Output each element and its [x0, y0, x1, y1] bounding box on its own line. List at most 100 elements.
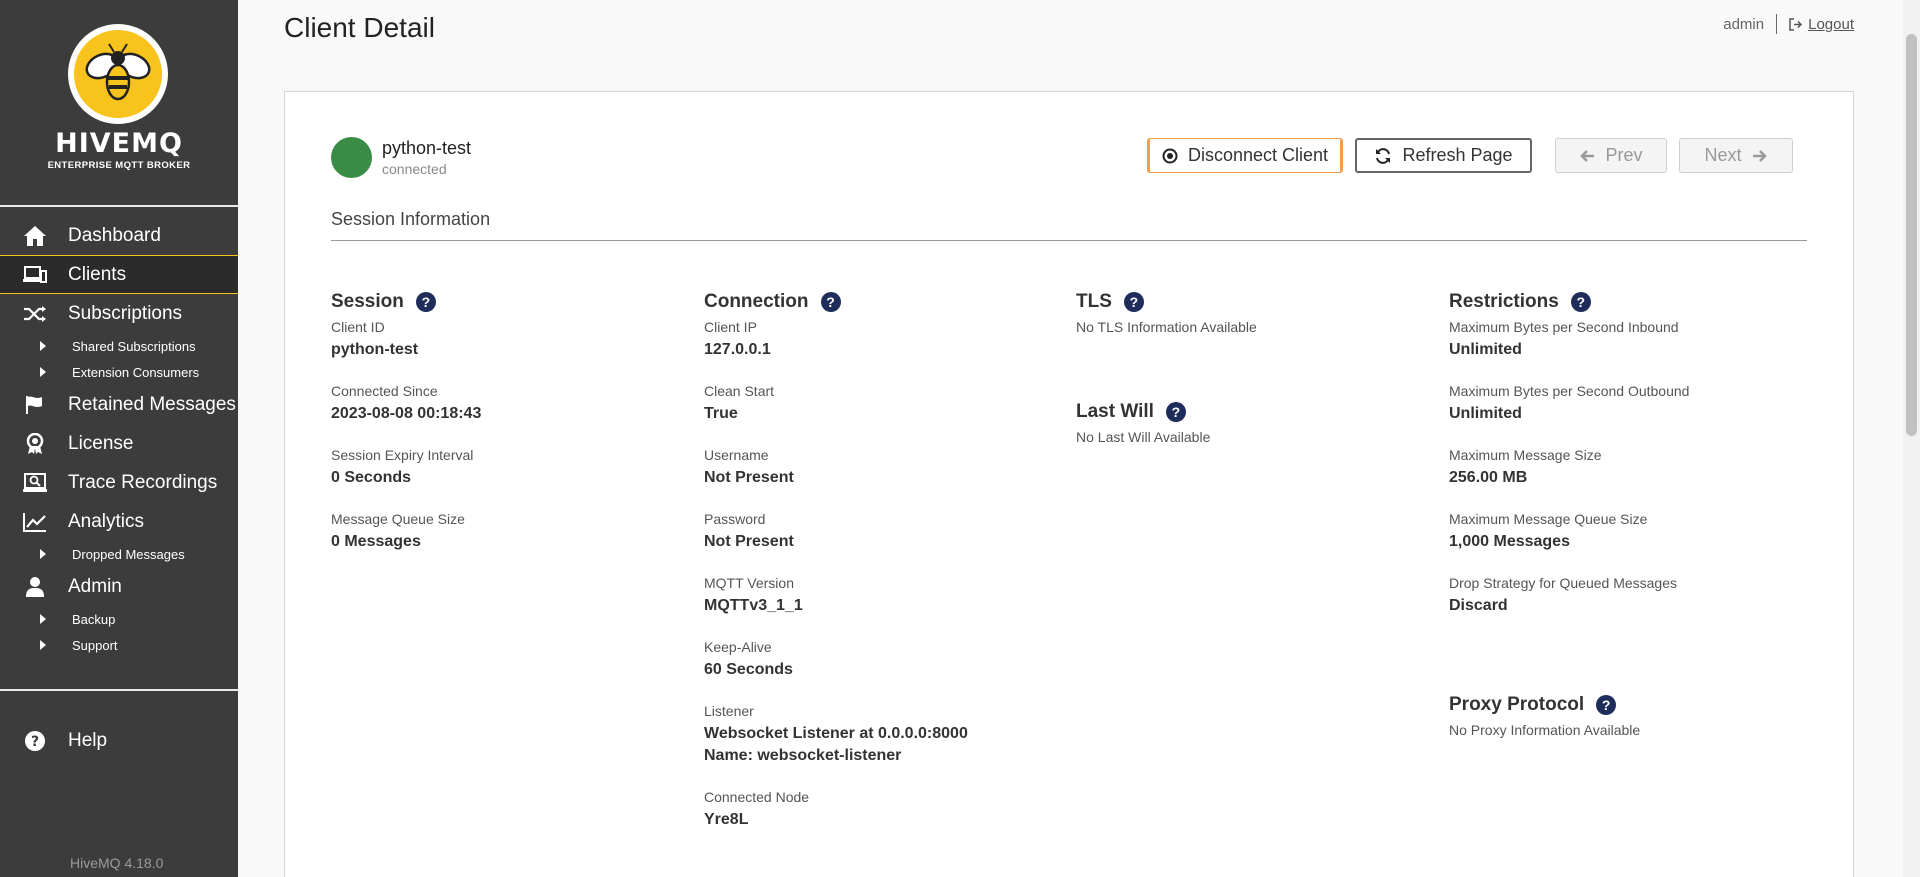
- question-icon[interactable]: ?: [415, 292, 436, 312]
- field-label: Listener: [704, 703, 754, 719]
- section-title: Session Information: [331, 209, 491, 229]
- question-circle-icon: ?: [23, 729, 47, 753]
- refresh-page-button[interactable]: Refresh Page: [1355, 138, 1532, 173]
- field-value: Name: websocket-listener: [704, 747, 902, 764]
- field-value: 1,000 Messages: [1449, 533, 1570, 550]
- prev-label: Prev: [1605, 145, 1643, 165]
- field-label: MQTT Version: [704, 575, 794, 591]
- question-icon[interactable]: ?: [1123, 292, 1144, 312]
- user-area: admin Logout: [1723, 14, 1854, 34]
- session-column: Session? Client ID python-test Connected…: [331, 291, 691, 575]
- status-indicator: [331, 137, 372, 178]
- field-value: Unlimited: [1449, 405, 1522, 422]
- field-label: Drop Strategy for Queued Messages: [1449, 575, 1678, 591]
- home-icon: [23, 224, 47, 248]
- field-label: Maximum Message Size: [1449, 447, 1602, 463]
- field-value: 0 Messages: [331, 533, 421, 550]
- caret-right-icon: [40, 640, 46, 650]
- sidebar-item-admin[interactable]: Admin: [0, 567, 238, 606]
- sidebar-item-label: Retained Messages: [68, 393, 236, 415]
- sidebar-divider: [0, 689, 238, 691]
- hivemq-logo[interactable]: HIVEMQ ENTERPRISE MQTT BROKER: [0, 22, 238, 172]
- help-label: Help: [68, 730, 108, 751]
- question-icon[interactable]: ?: [1570, 292, 1591, 312]
- scrollbar-thumb[interactable]: [1906, 34, 1917, 436]
- session-heading: Session: [331, 291, 404, 312]
- caret-right-icon: [40, 367, 46, 377]
- sidebar-item-support[interactable]: Support: [0, 632, 238, 658]
- sidebar-nav: Dashboard Clients Subscriptions Shared S…: [0, 216, 238, 658]
- award-icon: [23, 432, 47, 456]
- field-label: Client IP: [704, 319, 757, 335]
- field-value: 2023-08-08 00:18:43: [331, 405, 482, 422]
- sidebar-item-shared-subscriptions[interactable]: Shared Subscriptions: [0, 333, 238, 359]
- question-icon[interactable]: ?: [1165, 402, 1186, 422]
- question-icon[interactable]: ?: [820, 292, 841, 312]
- sidebar-divider: [0, 205, 238, 207]
- sidebar-item-help[interactable]: ? Help: [0, 722, 238, 760]
- tls-heading: TLS: [1076, 291, 1112, 312]
- field-value: Websocket Listener at 0.0.0.0:8000: [704, 725, 968, 742]
- clients-icon: [23, 263, 47, 287]
- sidebar-item-label: Backup: [72, 611, 116, 627]
- sidebar-item-subscriptions[interactable]: Subscriptions: [0, 294, 238, 333]
- brand-name: HIVEMQ: [55, 128, 183, 159]
- sidebar-item-label: Analytics: [68, 510, 145, 532]
- caret-right-icon: [40, 549, 46, 559]
- sidebar: HIVEMQ ENTERPRISE MQTT BROKER Dashboard …: [0, 0, 238, 877]
- prev-button[interactable]: Prev: [1555, 138, 1667, 173]
- sidebar-item-analytics[interactable]: Analytics: [0, 502, 238, 541]
- arrow-left-icon: [1580, 149, 1595, 162]
- field-label: Session Expiry Interval: [331, 447, 474, 463]
- field-value: python-test: [331, 341, 419, 358]
- arrow-right-icon: [1752, 149, 1767, 162]
- logout-link[interactable]: Logout: [1789, 16, 1854, 33]
- bee-logo-icon: [68, 24, 168, 124]
- line-chart-icon: [23, 510, 47, 534]
- last-will-heading: Last Will: [1076, 401, 1154, 422]
- brand-subtitle: ENTERPRISE MQTT BROKER: [47, 160, 191, 171]
- sidebar-item-retained-messages[interactable]: Retained Messages: [0, 385, 238, 424]
- field-label: Maximum Message Queue Size: [1449, 511, 1648, 527]
- stop-circle-icon: [1162, 148, 1178, 163]
- divider: [1776, 14, 1778, 34]
- sidebar-item-label: Support: [72, 637, 118, 653]
- caret-right-icon: [40, 341, 46, 351]
- client-header: python-test connected: [331, 137, 471, 178]
- client-status: connected: [382, 161, 447, 177]
- field-label: Maximum Bytes per Second Inbound: [1449, 319, 1679, 335]
- question-icon[interactable]: ?: [1596, 695, 1617, 715]
- tls-column: TLS? No TLS Information Available Last W…: [1076, 291, 1436, 445]
- client-name: python-test: [382, 138, 472, 158]
- field-value: Yre8L: [704, 811, 749, 828]
- sidebar-item-extension-consumers[interactable]: Extension Consumers: [0, 359, 238, 385]
- user-icon: [23, 575, 47, 599]
- sidebar-item-backup[interactable]: Backup: [0, 606, 238, 632]
- next-button[interactable]: Next: [1679, 138, 1793, 173]
- field-value: Not Present: [704, 469, 794, 486]
- sidebar-item-dashboard[interactable]: Dashboard: [0, 216, 238, 255]
- sign-out-icon: [1789, 17, 1803, 31]
- scrollbar[interactable]: [1903, 0, 1920, 877]
- field-label: Connected Since: [331, 383, 438, 399]
- sidebar-item-clients[interactable]: Clients: [0, 255, 238, 294]
- field-value: True: [704, 405, 738, 422]
- sidebar-item-label: Extension Consumers: [72, 364, 200, 380]
- sidebar-item-label: License: [68, 432, 134, 454]
- sidebar-item-dropped-messages[interactable]: Dropped Messages: [0, 541, 238, 567]
- field-label: Clean Start: [704, 383, 775, 399]
- sidebar-item-label: Trace Recordings: [68, 471, 218, 493]
- connection-column: Connection? Client IP 127.0.0.1 Clean St…: [704, 291, 1064, 853]
- trace-icon: [23, 471, 47, 495]
- field-value: MQTTv3_1_1: [704, 597, 803, 614]
- field-label: Client ID: [331, 319, 385, 335]
- sidebar-item-label: Dashboard: [68, 224, 161, 246]
- version-text: HiveMQ 4.18.0: [70, 855, 164, 871]
- field-label: Keep-Alive: [704, 639, 772, 655]
- client-detail-card: python-test connected Disconnect Client …: [284, 91, 1854, 877]
- sidebar-item-license[interactable]: License: [0, 424, 238, 463]
- field-value: Unlimited: [1449, 341, 1522, 358]
- sidebar-item-trace-recordings[interactable]: Trace Recordings: [0, 463, 238, 502]
- proxy-note: No Proxy Information Available: [1449, 722, 1641, 738]
- disconnect-client-button[interactable]: Disconnect Client: [1147, 138, 1343, 173]
